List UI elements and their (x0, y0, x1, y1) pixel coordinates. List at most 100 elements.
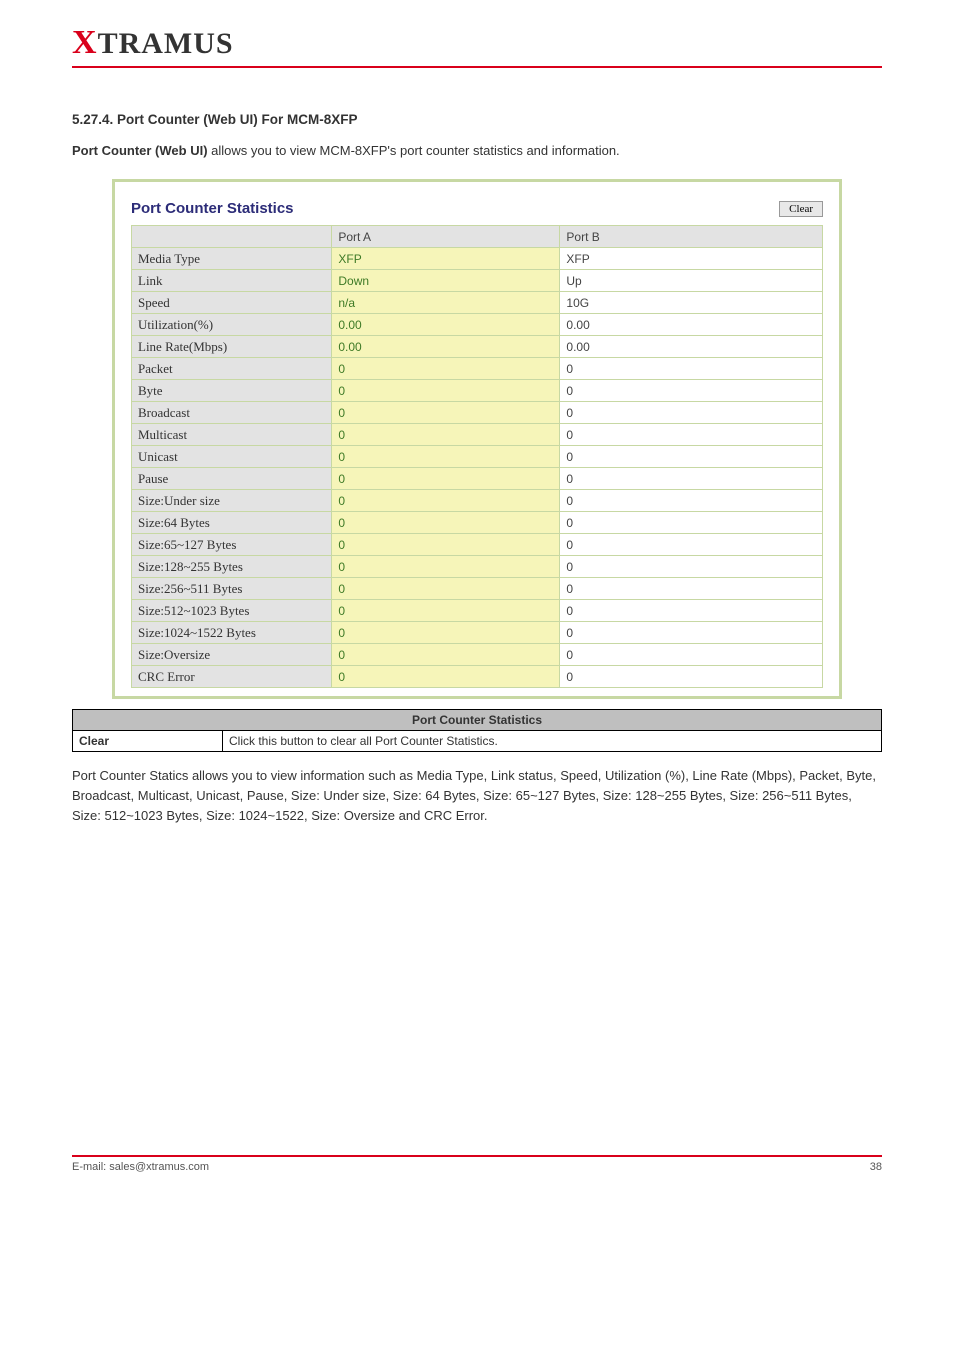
row-port-b-value: 0 (560, 556, 823, 578)
row-port-a-value: 0 (332, 490, 560, 512)
row-label: Media Type (132, 248, 332, 270)
row-port-a-value: n/a (332, 292, 560, 314)
row-port-b-value: 0 (560, 534, 823, 556)
row-port-a-value: 0 (332, 468, 560, 490)
table-row: ClearClick this button to clear all Port… (73, 731, 882, 752)
footer-divider (72, 1155, 882, 1157)
row-label: Multicast (132, 424, 332, 446)
table-row: Speedn/a10G (132, 292, 823, 314)
table-row: Line Rate(Mbps)0.000.00 (132, 336, 823, 358)
port-counter-panel: Port Counter Statistics Clear Port A Por… (112, 179, 842, 699)
row-label: Line Rate(Mbps) (132, 336, 332, 358)
row-port-a-value: 0 (332, 380, 560, 402)
row-label: Broadcast (132, 402, 332, 424)
col-header-port-a: Port A (332, 226, 560, 248)
row-port-a-value: 0.00 (332, 336, 560, 358)
row-label: Link (132, 270, 332, 292)
row-label: Pause (132, 468, 332, 490)
row-port-b-value: 0 (560, 512, 823, 534)
row-port-b-value: 0 (560, 622, 823, 644)
table-row: Size:1024~1522 Bytes00 (132, 622, 823, 644)
row-label: Size:64 Bytes (132, 512, 332, 534)
section-heading: 5.27.4. Port Counter (Web UI) For MCM-8X… (72, 112, 882, 127)
row-port-b-value: 0.00 (560, 336, 823, 358)
row-port-b-value: 0 (560, 578, 823, 600)
row-label: Size:65~127 Bytes (132, 534, 332, 556)
row-port-b-value: 0 (560, 424, 823, 446)
row-port-a-value: 0 (332, 402, 560, 424)
clear-button[interactable]: Clear (779, 201, 823, 217)
row-label: Utilization(%) (132, 314, 332, 336)
row-label: Size:128~255 Bytes (132, 556, 332, 578)
col-header-blank (132, 226, 332, 248)
intro-paragraph: Port Counter (Web UI) allows you to view… (72, 141, 882, 161)
table-row: Size:512~1023 Bytes00 (132, 600, 823, 622)
row-label: Size:Oversize (132, 644, 332, 666)
table-row: Size:128~255 Bytes00 (132, 556, 823, 578)
row-port-a-value: Down (332, 270, 560, 292)
logo-rest: TRAMUS (98, 27, 234, 60)
row-label: Size:1024~1522 Bytes (132, 622, 332, 644)
row-label: CRC Error (132, 666, 332, 688)
row-port-a-value: 0 (332, 666, 560, 688)
table-row: Multicast00 (132, 424, 823, 446)
row-port-b-value: 0 (560, 490, 823, 512)
row-port-a-value: 0 (332, 600, 560, 622)
row-port-b-value: 0 (560, 358, 823, 380)
port-counter-table: Port A Port B Media TypeXFPXFPLinkDownUp… (131, 225, 823, 688)
row-port-a-value: 0 (332, 578, 560, 600)
table-row: LinkDownUp (132, 270, 823, 292)
table-row: Broadcast00 (132, 402, 823, 424)
row-port-b-value: 0 (560, 666, 823, 688)
row-port-a-value: 0 (332, 512, 560, 534)
brand-logo: XTRAMUS (72, 24, 882, 62)
row-label: Size:256~511 Bytes (132, 578, 332, 600)
desc-table-header: Port Counter Statistics (73, 710, 882, 731)
table-row: CRC Error00 (132, 666, 823, 688)
row-label: Speed (132, 292, 332, 314)
table-row: Pause00 (132, 468, 823, 490)
intro-tail: allows you to view MCM-8XFP's port count… (208, 143, 620, 158)
panel-title: Port Counter Statistics (131, 200, 294, 217)
table-row: Size:65~127 Bytes00 (132, 534, 823, 556)
table-row: Size:256~511 Bytes00 (132, 578, 823, 600)
row-port-b-value: 0 (560, 446, 823, 468)
row-port-a-value: 0 (332, 424, 560, 446)
row-port-a-value: 0 (332, 446, 560, 468)
header-divider (72, 66, 882, 68)
row-port-a-value: 0.00 (332, 314, 560, 336)
row-port-b-value: 10G (560, 292, 823, 314)
row-label: Packet (132, 358, 332, 380)
description-table: Port Counter Statistics ClearClick this … (72, 709, 882, 752)
row-label: Size:512~1023 Bytes (132, 600, 332, 622)
row-port-b-value: 0.00 (560, 314, 823, 336)
table-row: Packet00 (132, 358, 823, 380)
table-row: Utilization(%)0.000.00 (132, 314, 823, 336)
row-port-b-value: 0 (560, 402, 823, 424)
intro-bold: Port Counter (Web UI) (72, 143, 208, 158)
row-port-b-value: 0 (560, 644, 823, 666)
row-label: Size:Under size (132, 490, 332, 512)
row-port-b-value: 0 (560, 600, 823, 622)
row-port-b-value: XFP (560, 248, 823, 270)
row-label: Unicast (132, 446, 332, 468)
table-row: Media TypeXFPXFP (132, 248, 823, 270)
table-row: Byte00 (132, 380, 823, 402)
table-row: Size:Oversize00 (132, 644, 823, 666)
footer-right: 38 (870, 1161, 882, 1173)
row-port-b-value: 0 (560, 468, 823, 490)
row-port-a-value: 0 (332, 358, 560, 380)
body-paragraph: Port Counter Statics allows you to view … (72, 766, 882, 826)
row-port-a-value: 0 (332, 534, 560, 556)
row-port-a-value: 0 (332, 644, 560, 666)
row-port-a-value: XFP (332, 248, 560, 270)
table-row: Size:64 Bytes00 (132, 512, 823, 534)
table-row: Unicast00 (132, 446, 823, 468)
desc-row-name: Clear (73, 731, 223, 752)
logo-x: X (72, 24, 98, 61)
row-port-b-value: Up (560, 270, 823, 292)
row-label: Byte (132, 380, 332, 402)
footer-left: E-mail: sales@xtramus.com (72, 1161, 209, 1173)
page-footer: E-mail: sales@xtramus.com 38 (72, 1161, 882, 1173)
table-row: Size:Under size00 (132, 490, 823, 512)
